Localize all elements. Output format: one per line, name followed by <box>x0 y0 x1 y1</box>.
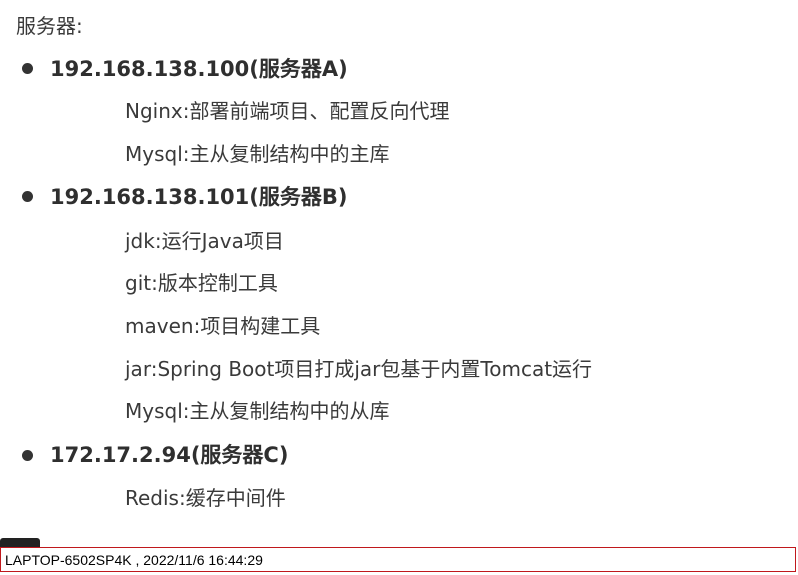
bullet-icon <box>22 450 33 461</box>
service-description: 主从复制结构中的从库 <box>189 399 390 423</box>
service-name: jar <box>125 357 151 381</box>
service-item: jdk:运行Java项目 <box>125 227 284 255</box>
service-description: 项目构建工具 <box>200 314 321 338</box>
service-separator: : <box>182 142 190 166</box>
service-name: Nginx <box>125 99 183 123</box>
server-heading: 192.168.138.101(服务器B) <box>50 185 348 209</box>
service-description: 主从复制结构中的主库 <box>189 142 390 166</box>
server-heading: 172.17.2.94(服务器C) <box>50 443 289 467</box>
service-separator: : <box>182 399 190 423</box>
service-item: maven:项目构建工具 <box>125 312 320 340</box>
service-description: 缓存中间件 <box>185 486 286 510</box>
status-text: LAPTOP-6502SP4K , 2022/11/6 16:44:29 <box>5 552 263 568</box>
service-description: 部署前端项目、配置反向代理 <box>189 99 450 123</box>
service-item: Redis:缓存中间件 <box>125 484 286 512</box>
service-name: maven <box>125 314 194 338</box>
bullet-icon <box>22 191 33 202</box>
service-name: git <box>125 271 152 295</box>
bullet-icon <box>22 63 33 74</box>
service-name: Redis <box>125 486 179 510</box>
service-name: jdk <box>125 229 155 253</box>
service-item: Mysql:主从复制结构中的从库 <box>125 397 390 425</box>
server-heading: 192.168.138.100(服务器A) <box>50 57 348 81</box>
service-separator: : <box>178 486 186 510</box>
service-description: Spring Boot项目打成jar包基于内置Tomcat运行 <box>157 357 593 381</box>
service-item: jar:Spring Boot项目打成jar包基于内置Tomcat运行 <box>125 355 592 383</box>
page-title: 服务器: <box>16 14 83 38</box>
watermark-status-bar: LAPTOP-6502SP4K , 2022/11/6 16:44:29 <box>0 547 796 572</box>
service-item: Mysql:主从复制结构中的主库 <box>125 140 390 168</box>
service-item: Nginx:部署前端项目、配置反向代理 <box>125 97 449 125</box>
service-item: git:版本控制工具 <box>125 269 278 297</box>
service-separator: : <box>154 229 162 253</box>
service-name: Mysql <box>125 399 183 423</box>
service-description: 版本控制工具 <box>157 271 278 295</box>
service-description: 运行Java项目 <box>161 229 284 253</box>
service-name: Mysql <box>125 142 183 166</box>
service-separator: : <box>151 271 158 295</box>
